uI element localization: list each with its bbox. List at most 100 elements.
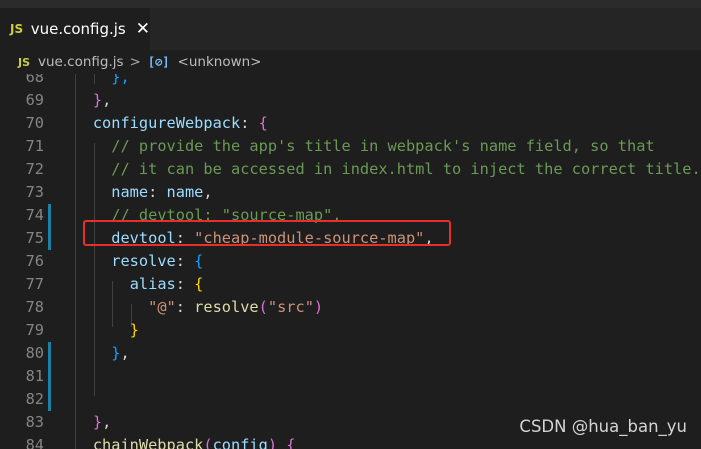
code-text: }, — [56, 74, 130, 89]
code-line[interactable]: 81 — [0, 365, 701, 388]
code-token: ( — [258, 298, 268, 316]
code-text: // it can be accessed in index.html to i… — [56, 158, 701, 181]
code-token: }, — [111, 74, 130, 86]
code-token: , — [102, 91, 112, 109]
breadcrumb: JS vue.config.js > [⊘] <unknown> — [0, 50, 701, 74]
code-line[interactable]: 73 name: name, — [0, 181, 701, 204]
code-token: } — [129, 321, 139, 339]
code-text: resolve: { — [56, 250, 203, 273]
code-token: { — [258, 114, 268, 132]
code-token: // provide the app's title in webpack's … — [111, 137, 655, 155]
symbol-variable-icon: [⊘] — [147, 55, 170, 69]
js-file-icon: JS — [18, 55, 31, 69]
line-number: 75 — [25, 229, 44, 247]
breadcrumb-file[interactable]: vue.config.js — [38, 54, 124, 70]
code-token: alias — [129, 275, 176, 293]
code-token: "@" — [148, 298, 176, 316]
code-token: ) — [313, 298, 324, 316]
code-token: : — [148, 183, 167, 201]
line-number: 72 — [25, 160, 44, 178]
code-token: ) — [267, 436, 287, 449]
code-token: "src" — [267, 298, 314, 316]
code-token: name — [166, 183, 204, 201]
code-text: }, — [56, 89, 111, 112]
code-text: }, — [56, 342, 130, 365]
code-line[interactable]: 84 chainWebpack(config) { — [0, 434, 701, 449]
code-text: chainWebpack(config) { — [56, 434, 296, 449]
editor-tab-strip: JS vue.config.js ✕ — [0, 8, 701, 50]
code-token: , — [102, 413, 112, 431]
line-number: 69 — [25, 91, 44, 109]
code-text: }, — [56, 411, 111, 434]
code-token: name — [111, 183, 149, 201]
code-text: name: name, — [56, 181, 213, 204]
code-line[interactable]: 69 }, — [0, 89, 701, 112]
tab-vue-config-js[interactable]: JS vue.config.js ✕ — [0, 8, 150, 50]
code-line[interactable]: 70 configureWebpack: { — [0, 112, 701, 135]
code-token: : — [175, 298, 195, 316]
code-text: "@": resolve("src") — [56, 296, 323, 319]
code-text: alias: { — [56, 273, 204, 296]
code-text: } — [56, 319, 139, 342]
code-token: config — [212, 436, 268, 449]
breadcrumb-symbol[interactable]: <unknown> — [178, 54, 262, 70]
code-token: : — [175, 252, 195, 270]
code-token: chainWebpack — [92, 436, 204, 449]
line-number: 81 — [25, 367, 44, 385]
code-token: // it can be accessed in index.html to i… — [111, 160, 701, 178]
code-line[interactable]: 78 "@": resolve("src") — [0, 296, 701, 319]
code-token: } — [92, 413, 103, 431]
close-icon[interactable]: ✕ — [136, 20, 150, 38]
line-number: 73 — [25, 183, 44, 201]
highlight-annotation-box — [83, 220, 451, 246]
code-token: , — [120, 344, 130, 362]
code-token: resolve — [111, 252, 176, 270]
code-line[interactable]: 71 // provide the app's title in webpack… — [0, 135, 701, 158]
code-token: : — [240, 114, 259, 132]
code-token: { — [194, 275, 204, 293]
line-number: 78 — [25, 298, 44, 316]
line-number: 77 — [25, 275, 44, 293]
line-number: 70 — [25, 114, 44, 132]
code-token: resolve — [194, 298, 259, 316]
code-text: configureWebpack: { — [56, 112, 268, 135]
line-number: 74 — [25, 206, 44, 224]
code-editor[interactable]: 68 }, 69 }, 70 configureWebpack: {71 // pr… — [0, 74, 701, 449]
code-token: { — [286, 436, 296, 449]
js-file-icon: JS — [10, 22, 24, 36]
line-number: 83 — [25, 413, 44, 431]
code-line[interactable]: 68 }, — [0, 74, 701, 89]
line-number: 80 — [25, 344, 44, 362]
code-line[interactable]: 72 // it can be accessed in index.html t… — [0, 158, 701, 181]
code-line[interactable]: 76 resolve: { — [0, 250, 701, 273]
line-number: 79 — [25, 321, 44, 339]
line-number: 84 — [25, 436, 44, 449]
code-token: ( — [203, 436, 213, 449]
line-number: 71 — [25, 137, 44, 155]
code-token: } — [92, 91, 103, 109]
code-line[interactable]: 77 alias: { — [0, 273, 701, 296]
chevron-right-icon: > — [129, 54, 141, 70]
line-number: 76 — [25, 252, 44, 270]
code-line[interactable]: 82 — [0, 388, 701, 411]
code-line[interactable]: 80 }, — [0, 342, 701, 365]
code-text: // provide the app's title in webpack's … — [56, 135, 655, 158]
title-bar-strip — [0, 0, 701, 8]
code-token: , — [203, 183, 213, 201]
code-line[interactable]: 79 } — [0, 319, 701, 342]
line-number: 82 — [25, 390, 44, 408]
watermark: CSDN @hua_ban_yu — [519, 417, 687, 436]
